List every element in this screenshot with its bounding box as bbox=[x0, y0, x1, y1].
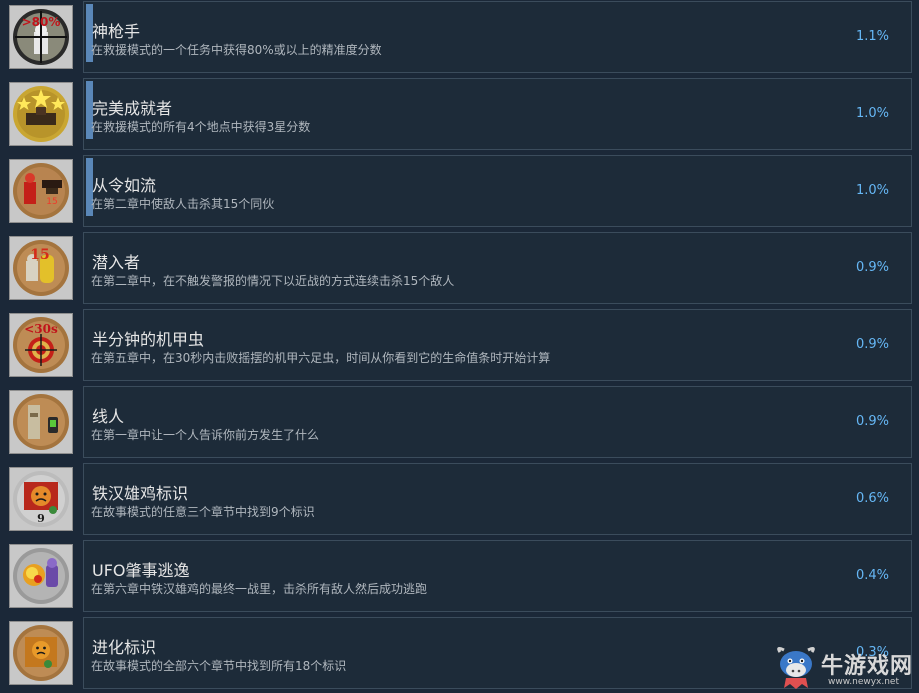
achievement-row[interactable]: UFO肇事逃逸 在第六章中铁汉雄鸡的最终一战里，击杀所有敌人然后成功逃跑 0.4… bbox=[0, 539, 919, 616]
icon-label: >80% bbox=[22, 15, 61, 29]
achievement-panel: 半分钟的机甲虫 在第五章中，在30秒内击败摇摆的机甲六足虫，时间从你看到它的生命… bbox=[83, 309, 912, 381]
achievement-percent: 1.0% bbox=[855, 183, 889, 198]
achievement-row[interactable]: 完美成就者 在救援模式的所有4个地点中获得3星分数 1.0% bbox=[0, 77, 919, 154]
achievement-percent: 0.9% bbox=[855, 414, 889, 429]
watermark: 牛游戏网 www.newyx.net bbox=[774, 644, 916, 690]
achievement-title: 半分钟的机甲虫 bbox=[92, 330, 205, 349]
achievement-row[interactable]: >80% 神枪手 在救援模式的一个任务中获得80%或以上的精准度分数 1.1% bbox=[0, 0, 919, 77]
achievement-panel: 线人 在第一章中让一个人告诉你前方发生了什么 0.9% bbox=[83, 386, 912, 458]
achievement-row[interactable]: 15 潜入者 在第二章中，在不触发警报的情况下以近战的方式连续击杀15个敌人 0… bbox=[0, 231, 919, 308]
watermark-name: 牛游戏网 bbox=[821, 654, 914, 679]
achievement-panel: 铁汉雄鸡标识 在故事模式的任意三个章节中找到9个标识 0.6% bbox=[83, 463, 912, 535]
watermark-url: www.newyx.net bbox=[828, 677, 900, 687]
achievement-panel: 神枪手 在救援模式的一个任务中获得80%或以上的精准度分数 1.1% bbox=[83, 1, 912, 73]
sad-face-badge-icon bbox=[9, 621, 73, 685]
achievement-description: 在第二章中使敌人击杀其15个同伙 bbox=[91, 197, 275, 211]
achievement-description: 在第二章中，在不触发警报的情况下以近战的方式连续击杀15个敌人 bbox=[91, 274, 455, 288]
icon-label: 15 bbox=[30, 247, 49, 263]
achievement-row[interactable]: 15 从令如流 在第二章中使敌人击杀其15个同伙 1.0% bbox=[0, 154, 919, 231]
achievement-description: 在故事模式的全部六个章节中找到所有18个标识 bbox=[91, 659, 347, 673]
achievement-row[interactable]: <30s 半分钟的机甲虫 在第五章中，在30秒内击败摇摆的机甲六足虫，时间从你看… bbox=[0, 308, 919, 385]
achievement-title: 从令如流 bbox=[92, 176, 157, 195]
icon-label: <30s bbox=[24, 322, 58, 336]
achievement-panel: 从令如流 在第二章中使敌人击杀其15个同伙 1.0% bbox=[83, 155, 912, 227]
achievement-row[interactable]: 9 铁汉雄鸡标识 在故事模式的任意三个章节中找到9个标识 0.6% bbox=[0, 462, 919, 539]
cow-logo-icon bbox=[777, 646, 815, 689]
achievement-description: 在救援模式的所有4个地点中获得3星分数 bbox=[91, 120, 311, 134]
achievement-title: 铁汉雄鸡标识 bbox=[92, 484, 189, 503]
achievement-percent: 1.1% bbox=[855, 29, 889, 44]
achievement-panel: 完美成就者 在救援模式的所有4个地点中获得3星分数 1.0% bbox=[83, 78, 912, 150]
achievement-title: 线人 bbox=[92, 407, 125, 426]
achievement-description: 在故事模式的任意三个章节中找到9个标识 bbox=[91, 505, 315, 519]
achievement-percent: 0.9% bbox=[855, 260, 889, 275]
enemies-icon: 15 bbox=[9, 159, 73, 223]
achievement-percent: 1.0% bbox=[855, 106, 889, 121]
achievement-description: 在第六章中铁汉雄鸡的最终一战里，击杀所有敌人然后成功逃跑 bbox=[91, 582, 428, 596]
infiltrator-icon: 15 bbox=[9, 236, 73, 300]
icon-label: 9 bbox=[37, 512, 45, 525]
icon-label: 15 bbox=[46, 197, 57, 207]
sad-face-sign-icon: 9 bbox=[9, 467, 73, 531]
achievement-panel: UFO肇事逃逸 在第六章中铁汉雄鸡的最终一战里，击杀所有敌人然后成功逃跑 0.4… bbox=[83, 540, 912, 612]
achievement-percent: 0.9% bbox=[855, 337, 889, 352]
explosion-icon bbox=[9, 544, 73, 608]
achievement-description: 在第一章中让一个人告诉你前方发生了什么 bbox=[91, 428, 320, 442]
three-stars-icon bbox=[9, 82, 73, 146]
achievement-title: 潜入者 bbox=[92, 253, 141, 272]
sniper-scope-icon: >80% bbox=[9, 5, 73, 69]
achievement-title: 完美成就者 bbox=[92, 99, 173, 118]
achievement-title: 进化标识 bbox=[92, 638, 157, 657]
achievement-panel: 潜入者 在第二章中，在不触发警报的情况下以近战的方式连续击杀15个敌人 0.9% bbox=[83, 232, 912, 304]
achievement-row[interactable]: 线人 在第一章中让一个人告诉你前方发生了什么 0.9% bbox=[0, 385, 919, 462]
achievement-percent: 0.6% bbox=[855, 491, 889, 506]
achievement-percent: 0.4% bbox=[855, 568, 889, 583]
informant-icon bbox=[9, 390, 73, 454]
achievement-title: 神枪手 bbox=[92, 22, 141, 41]
achievement-description: 在第五章中，在30秒内击败摇摆的机甲六足虫，时间从你看到它的生命值条时开始计算 bbox=[91, 351, 551, 365]
target-timer-icon: <30s bbox=[9, 313, 73, 377]
achievement-title: UFO肇事逃逸 bbox=[92, 561, 190, 580]
achievement-description: 在救援模式的一个任务中获得80%或以上的精准度分数 bbox=[91, 43, 382, 57]
